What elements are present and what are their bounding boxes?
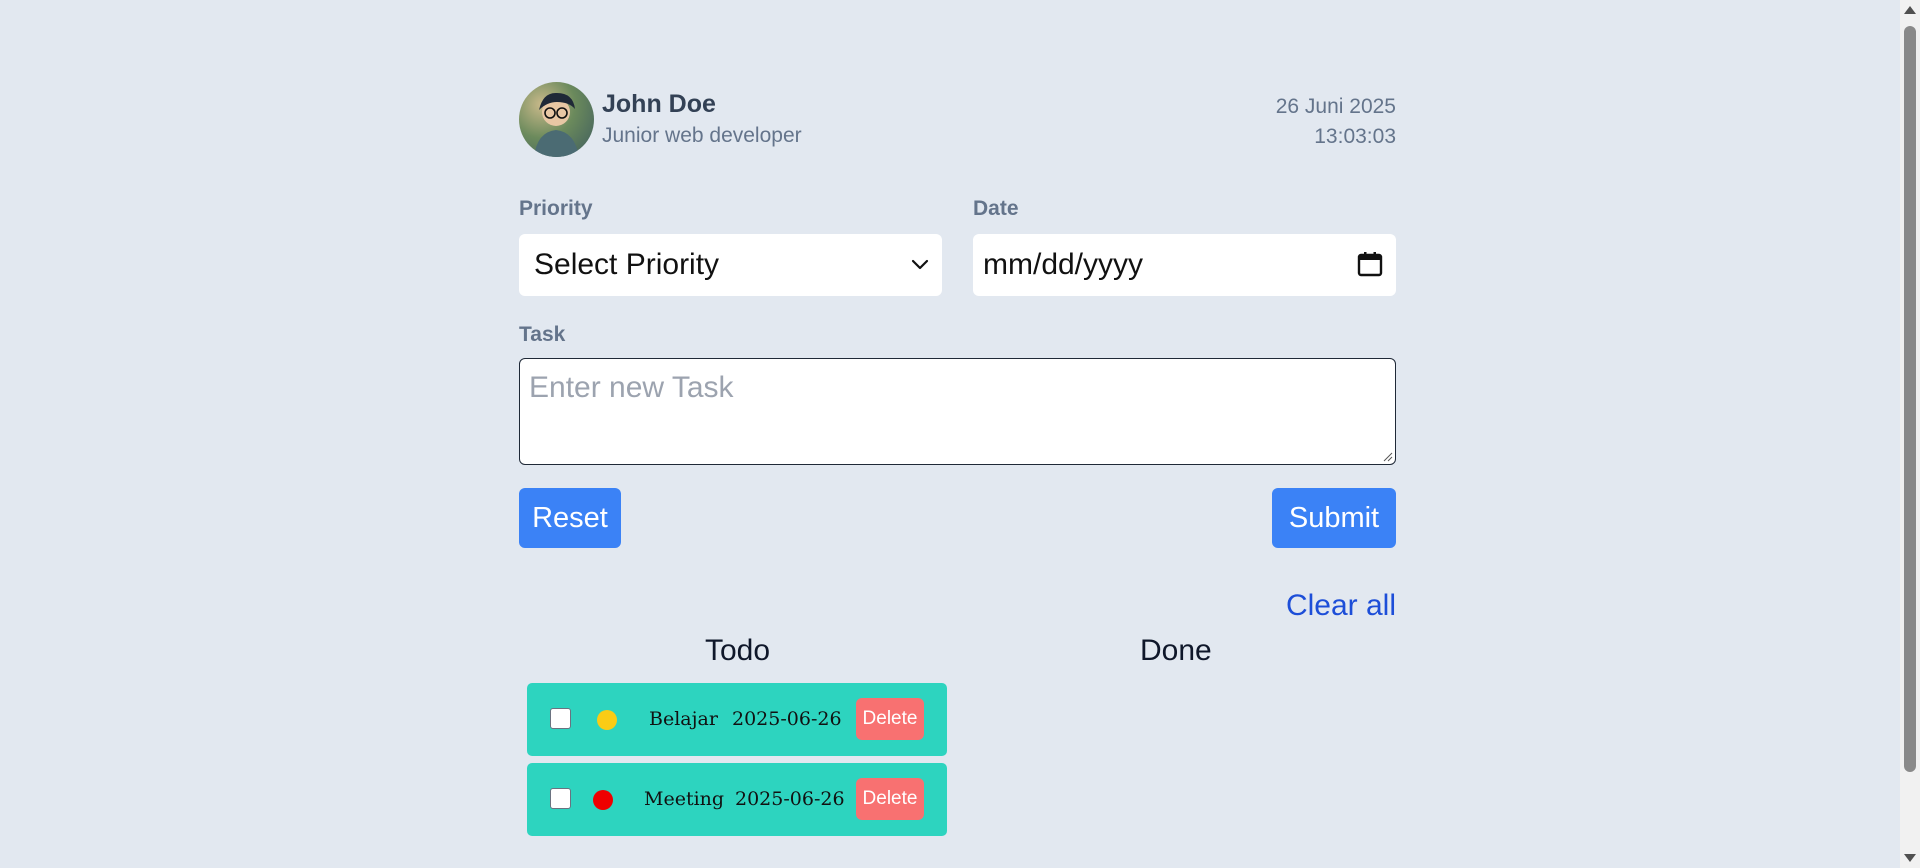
done-column-title: Done <box>1140 634 1212 667</box>
priority-label: Priority <box>519 197 593 220</box>
todo-app: John Doe Junior web developer 26 Juni 20… <box>519 82 1396 836</box>
priority-select[interactable]: Select Priority <box>519 234 942 296</box>
calendar-icon[interactable] <box>1356 250 1384 278</box>
avatar <box>519 82 594 157</box>
task-placeholder: Enter new Task <box>529 371 734 404</box>
date-group: Date mm/dd/yyyy <box>973 197 1396 296</box>
reset-button[interactable]: Reset <box>519 488 621 548</box>
page-scrollbar[interactable] <box>1900 0 1920 868</box>
user-name: John Doe <box>602 90 716 118</box>
current-date: 26 Juni 2025 <box>1275 95 1396 118</box>
form-row: Priority Select Priority Date mm/dd/yyyy <box>519 197 1396 296</box>
clear-all-link[interactable]: Clear all <box>1286 589 1396 623</box>
date-label: Date <box>973 197 1019 220</box>
resize-handle-icon[interactable] <box>1381 450 1393 462</box>
scroll-down-arrow-icon[interactable] <box>1904 854 1916 862</box>
todo-item: Meeting 2025-06-26 Delete <box>527 763 947 836</box>
task-checkbox[interactable] <box>550 788 571 809</box>
date-input-placeholder: mm/dd/yyyy <box>983 248 1144 281</box>
date-input[interactable]: mm/dd/yyyy <box>973 234 1396 296</box>
date-time: 26 Juni 2025 13:03:03 <box>1276 92 1396 152</box>
chevron-down-icon <box>911 259 929 270</box>
user-role: Junior web developer <box>602 124 802 147</box>
delete-button[interactable]: Delete <box>856 778 924 820</box>
current-time: 13:03:03 <box>1314 125 1396 148</box>
scrollbar-thumb[interactable] <box>1904 26 1916 772</box>
task-label: Task <box>519 323 566 346</box>
priority-dot <box>597 710 617 730</box>
profile-header: John Doe Junior web developer 26 Juni 20… <box>519 82 1396 158</box>
task-date: 2025-06-26 <box>732 708 842 730</box>
task-name: Belajar <box>649 708 718 730</box>
task-date: 2025-06-26 <box>735 788 845 810</box>
priority-group: Priority Select Priority <box>519 197 942 296</box>
delete-button[interactable]: Delete <box>856 698 924 740</box>
task-name: Meeting <box>644 788 725 810</box>
todo-item: Belajar 2025-06-26 Delete <box>527 683 947 756</box>
task-checkbox[interactable] <box>550 708 571 729</box>
priority-dot <box>593 790 613 810</box>
task-textarea[interactable]: Enter new Task <box>519 358 1396 465</box>
scroll-up-arrow-icon[interactable] <box>1904 6 1916 14</box>
todo-column-title: Todo <box>705 634 771 667</box>
priority-select-value: Select Priority <box>534 248 720 281</box>
submit-button[interactable]: Submit <box>1272 488 1396 548</box>
